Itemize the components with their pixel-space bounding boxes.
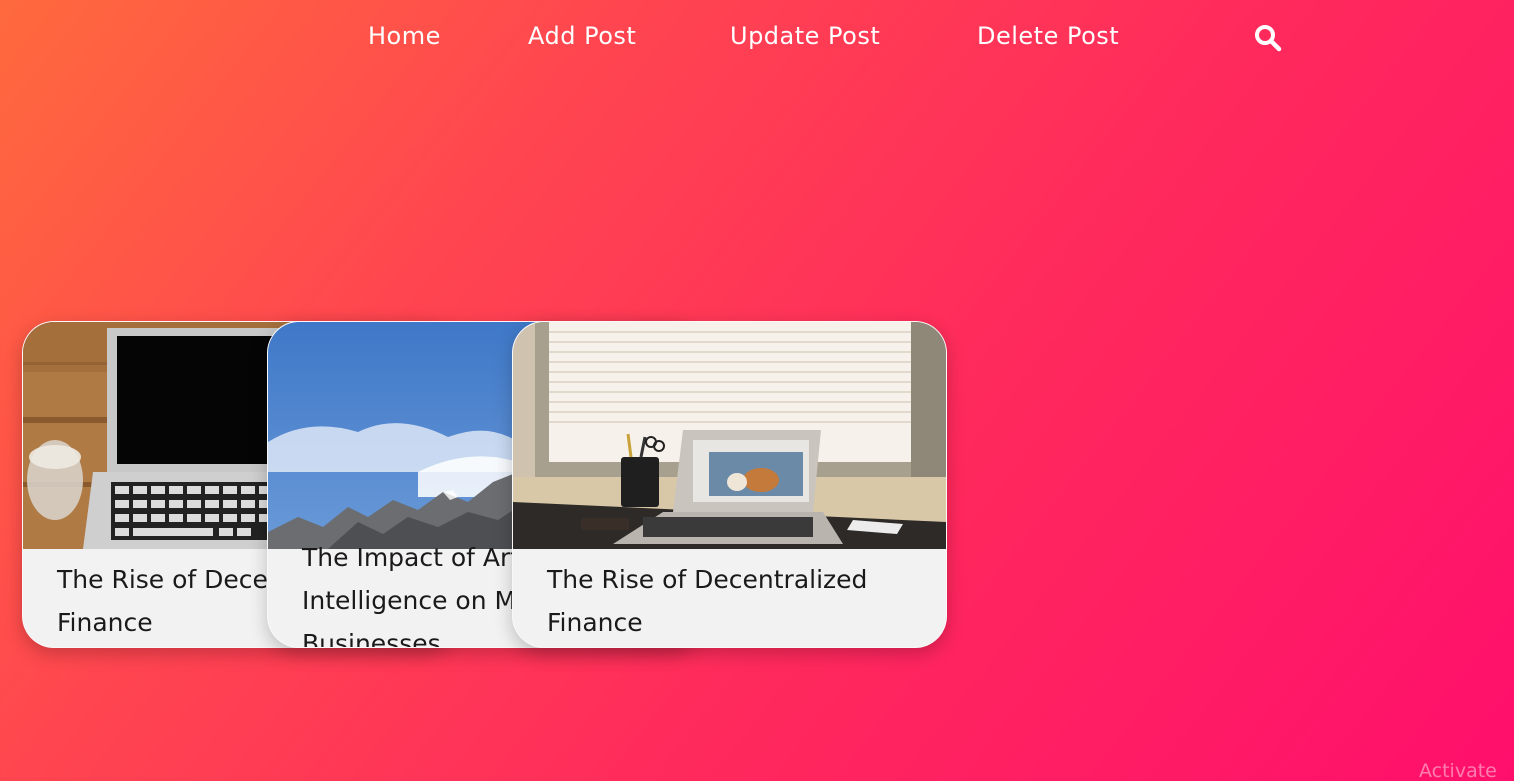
search-button[interactable]	[1252, 22, 1284, 54]
nav-link-update-post[interactable]: Update Post	[730, 22, 880, 50]
top-navbar: Home Add Post Update Post Delete Post	[0, 0, 1514, 76]
post-image	[513, 322, 946, 549]
post-card[interactable]: The Rise of Decentralized Finance	[512, 321, 947, 648]
post-title: The Rise of Decentralized Finance	[547, 565, 868, 637]
nav-link-home[interactable]: Home	[368, 22, 441, 50]
nav-link-delete-post[interactable]: Delete Post	[977, 22, 1119, 50]
search-icon	[1255, 25, 1282, 52]
activate-watermark: Activate	[1419, 760, 1497, 781]
nav-link-add-post[interactable]: Add Post	[528, 22, 636, 50]
